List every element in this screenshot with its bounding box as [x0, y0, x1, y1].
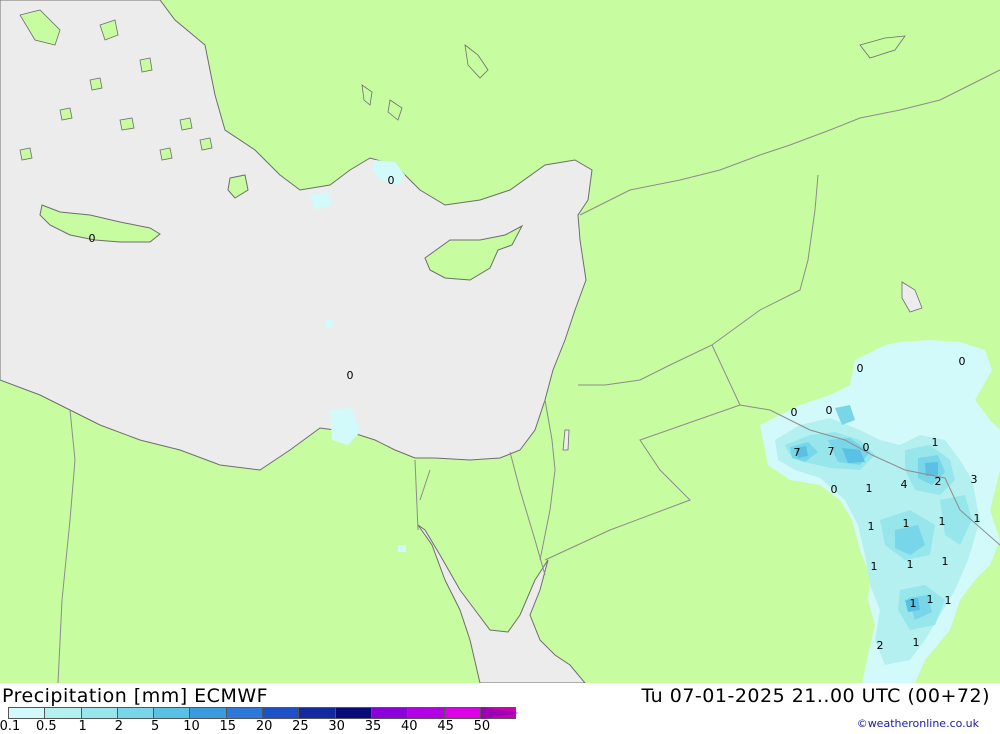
map-label: 7	[828, 445, 835, 458]
map-label: 2	[935, 475, 942, 488]
legend-tick-label: 0.5	[35, 719, 57, 734]
legend-swatch	[44, 707, 81, 719]
map-label: 0	[826, 404, 833, 417]
map-label: 0	[863, 441, 870, 454]
map-label: 1	[903, 517, 910, 530]
legend-tick-label: 35	[364, 719, 382, 734]
map-label: 7	[794, 446, 801, 459]
legend-swatch	[80, 707, 117, 719]
legend-swatch	[298, 707, 335, 719]
legend-tick-label: 50	[473, 719, 491, 734]
map-label: 1	[945, 594, 952, 607]
map-label: 1	[871, 560, 878, 573]
legend-swatch	[153, 707, 190, 719]
credit-link[interactable]: ©weatheronline.co.uk	[857, 717, 979, 730]
map-label: 1	[942, 555, 949, 568]
legend-swatch	[189, 707, 226, 719]
map-footer: Precipitation [mm] ECMWF Tu 07-01-2025 2…	[0, 683, 1000, 734]
legend-swatch	[262, 707, 299, 719]
legend-swatch	[116, 707, 154, 719]
legend-tick-label: 30	[328, 719, 345, 734]
legend-swatch	[225, 707, 263, 719]
legend-swatch	[443, 707, 480, 719]
map-title: Precipitation [mm] ECMWF	[2, 685, 269, 707]
precipitation-legend	[8, 707, 517, 719]
legend-tick-label: 2	[114, 719, 124, 734]
map-label: 3	[971, 473, 978, 486]
map-label: 1	[939, 515, 946, 528]
legend-arrow-icon	[481, 707, 519, 719]
legend-tick-label: 40	[401, 719, 418, 734]
map-label: 0	[857, 362, 864, 375]
legend-tick-label: 1	[78, 719, 87, 734]
map-label: 0	[89, 232, 96, 245]
map-label: 1	[927, 593, 934, 606]
map-label: 2	[877, 639, 884, 652]
map-label: 1	[974, 512, 981, 525]
legend-swatch	[407, 707, 444, 719]
legend-swatch	[370, 707, 408, 719]
map-label: 1	[907, 558, 914, 571]
legend-tick-label: 5	[151, 719, 160, 734]
legend-tick-label: 0.1	[0, 719, 21, 734]
legend-tick-label: 10	[183, 719, 200, 734]
map-label: 1	[866, 482, 873, 495]
map-label: 1	[913, 636, 920, 649]
map-label: 0	[959, 355, 966, 368]
map-label: 4	[901, 478, 908, 491]
map-label: 0	[388, 174, 395, 187]
precipitation-map: 0 0 0 0 0 0 0 7 7 0 1 0 1 4 2 3 1 1 1 1 …	[0, 0, 1000, 683]
legend-swatch	[8, 707, 45, 719]
legend-tick-label: 25	[292, 719, 309, 734]
map-label: 0	[791, 406, 798, 419]
legend-swatch	[334, 707, 371, 719]
forecast-datetime: Tu 07-01-2025 21..00 UTC (00+72)	[641, 685, 990, 707]
legend-tick-label: 20	[255, 719, 273, 734]
map-label: 1	[868, 520, 875, 533]
map-label: 0	[831, 483, 838, 496]
legend-tick-label: 45	[437, 719, 454, 734]
legend-tick-label: 15	[219, 719, 237, 734]
map-label: 0	[347, 369, 354, 382]
map-label: 1	[932, 436, 939, 449]
map-label: 1	[910, 597, 917, 610]
